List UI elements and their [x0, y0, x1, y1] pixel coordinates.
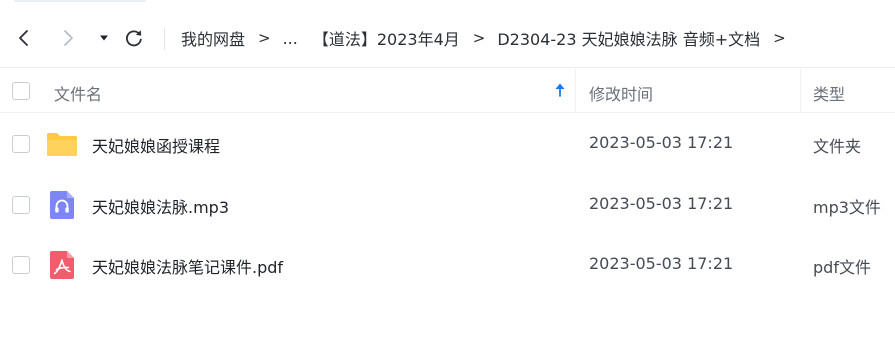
breadcrumb-separator: > — [773, 29, 786, 47]
caret-down-icon — [100, 35, 108, 41]
breadcrumb-separator: > — [472, 29, 486, 47]
table-row[interactable]: 天妃娘娘法脉笔记课件.pdf 2023-05-03 17:21 pdf文件 — [0, 235, 895, 295]
column-divider[interactable] — [575, 69, 576, 113]
column-divider[interactable] — [800, 69, 801, 113]
active-tab-edge — [14, 0, 146, 2]
chevron-right-icon — [64, 30, 73, 46]
file-type: 文件夹 — [813, 137, 862, 156]
pdf-file-icon — [46, 251, 78, 279]
file-modified-time: 2023-05-03 17:21 — [589, 194, 734, 213]
file-type: mp3文件 — [813, 198, 881, 217]
nav-divider — [164, 28, 165, 50]
column-header-type[interactable]: 类型 — [813, 81, 845, 105]
column-header-modified[interactable]: 修改时间 — [589, 81, 653, 105]
breadcrumb-separator: > — [258, 29, 271, 47]
breadcrumb: 我的网盘 > ... 【道法】2023年4月 > D2304-23 天妃娘娘法脉… — [181, 24, 798, 52]
file-type: pdf文件 — [813, 258, 871, 277]
row-checkbox[interactable] — [12, 196, 30, 214]
file-name[interactable]: 天妃娘娘法脉.mp3 — [92, 194, 229, 218]
breadcrumb-folder-1[interactable]: 【道法】2023年4月 — [313, 26, 460, 50]
table-header: 文件名 修改时间 类型 — [0, 69, 895, 113]
file-name[interactable]: 天妃娘娘函授课程 — [92, 133, 220, 157]
row-checkbox[interactable] — [12, 256, 30, 274]
refresh-button[interactable] — [120, 24, 148, 52]
refresh-icon — [126, 30, 142, 47]
file-name[interactable]: 天妃娘娘法脉笔记课件.pdf — [92, 254, 283, 278]
breadcrumb-ellipsis[interactable]: ... — [283, 29, 298, 48]
table-row[interactable]: 天妃娘娘函授课程 2023-05-03 17:21 文件夹 — [0, 114, 895, 174]
table-row[interactable]: 天妃娘娘法脉.mp3 2023-05-03 17:21 mp3文件 — [0, 175, 895, 235]
chevron-left-icon — [19, 30, 28, 46]
history-dropdown-button[interactable] — [90, 24, 118, 52]
top-strip — [0, 0, 895, 8]
navigation-bar: 我的网盘 > ... 【道法】2023年4月 > D2304-23 天妃娘娘法脉… — [0, 10, 895, 68]
back-button[interactable] — [10, 24, 38, 52]
folder-icon — [46, 130, 78, 158]
audio-file-icon — [46, 191, 78, 219]
file-modified-time: 2023-05-03 17:21 — [589, 133, 734, 152]
column-header-name[interactable]: 文件名 — [54, 81, 102, 105]
breadcrumb-folder-2[interactable]: D2304-23 天妃娘娘法脉 音频+文档 — [497, 26, 760, 50]
file-modified-time: 2023-05-03 17:21 — [589, 254, 734, 273]
sort-ascending-icon[interactable] — [554, 82, 566, 98]
select-all-checkbox[interactable] — [12, 82, 30, 100]
row-checkbox[interactable] — [12, 135, 30, 153]
breadcrumb-root[interactable]: 我的网盘 — [181, 26, 245, 50]
forward-button[interactable] — [54, 24, 82, 52]
